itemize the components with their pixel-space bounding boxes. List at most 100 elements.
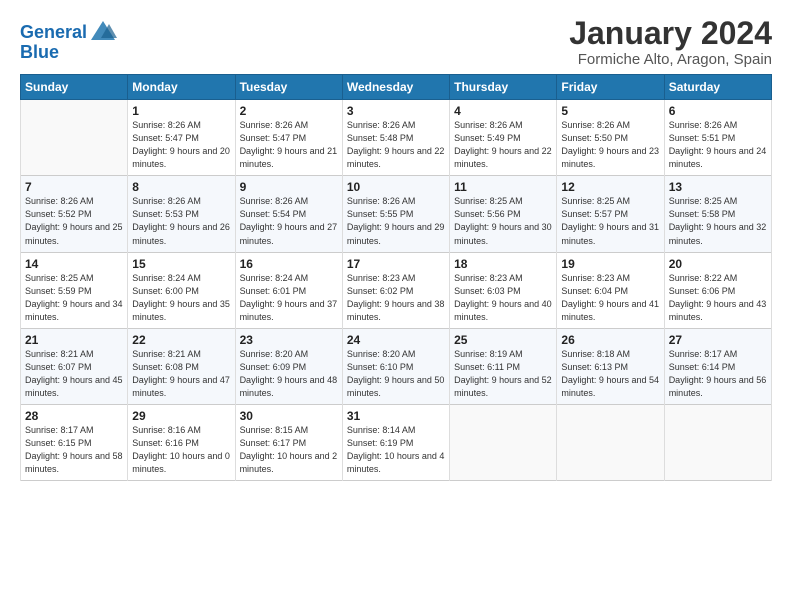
location-title: Formiche Alto, Aragon, Spain xyxy=(569,51,772,68)
day-detail: Sunrise: 8:20 AMSunset: 6:09 PMDaylight:… xyxy=(240,348,338,400)
day-number: 13 xyxy=(669,180,767,194)
day-number: 7 xyxy=(25,180,123,194)
day-detail: Sunrise: 8:24 AMSunset: 6:00 PMDaylight:… xyxy=(132,272,230,324)
day-number: 21 xyxy=(25,333,123,347)
day-number: 27 xyxy=(669,333,767,347)
day-detail: Sunrise: 8:26 AMSunset: 5:55 PMDaylight:… xyxy=(347,195,445,247)
month-title: January 2024 xyxy=(569,16,772,51)
day-detail: Sunrise: 8:25 AMSunset: 5:58 PMDaylight:… xyxy=(669,195,767,247)
day-detail: Sunrise: 8:16 AMSunset: 6:16 PMDaylight:… xyxy=(132,424,230,476)
day-number: 11 xyxy=(454,180,552,194)
day-number: 19 xyxy=(561,257,659,271)
day-cell xyxy=(557,404,664,480)
logo: General Blue xyxy=(20,20,117,63)
day-number: 16 xyxy=(240,257,338,271)
day-number: 22 xyxy=(132,333,230,347)
logo-icon xyxy=(89,18,117,46)
week-row-1: 1Sunrise: 8:26 AMSunset: 5:47 PMDaylight… xyxy=(21,100,772,176)
day-cell: 15Sunrise: 8:24 AMSunset: 6:00 PMDayligh… xyxy=(128,252,235,328)
title-block: January 2024 Formiche Alto, Aragon, Spai… xyxy=(569,16,772,68)
header-row: SundayMondayTuesdayWednesdayThursdayFrid… xyxy=(21,75,772,100)
day-cell: 1Sunrise: 8:26 AMSunset: 5:47 PMDaylight… xyxy=(128,100,235,176)
day-cell xyxy=(21,100,128,176)
day-number: 2 xyxy=(240,104,338,118)
day-number: 23 xyxy=(240,333,338,347)
header: General Blue January 2024 Formiche Alto,… xyxy=(20,16,772,68)
day-number: 3 xyxy=(347,104,445,118)
day-cell: 21Sunrise: 8:21 AMSunset: 6:07 PMDayligh… xyxy=(21,328,128,404)
day-cell: 8Sunrise: 8:26 AMSunset: 5:53 PMDaylight… xyxy=(128,176,235,252)
day-detail: Sunrise: 8:14 AMSunset: 6:19 PMDaylight:… xyxy=(347,424,445,476)
day-cell: 23Sunrise: 8:20 AMSunset: 6:09 PMDayligh… xyxy=(235,328,342,404)
day-detail: Sunrise: 8:21 AMSunset: 6:08 PMDaylight:… xyxy=(132,348,230,400)
day-detail: Sunrise: 8:26 AMSunset: 5:51 PMDaylight:… xyxy=(669,119,767,171)
day-detail: Sunrise: 8:17 AMSunset: 6:14 PMDaylight:… xyxy=(669,348,767,400)
day-cell: 5Sunrise: 8:26 AMSunset: 5:50 PMDaylight… xyxy=(557,100,664,176)
day-detail: Sunrise: 8:26 AMSunset: 5:47 PMDaylight:… xyxy=(240,119,338,171)
day-cell: 20Sunrise: 8:22 AMSunset: 6:06 PMDayligh… xyxy=(664,252,771,328)
day-number: 26 xyxy=(561,333,659,347)
day-detail: Sunrise: 8:25 AMSunset: 5:59 PMDaylight:… xyxy=(25,272,123,324)
day-number: 24 xyxy=(347,333,445,347)
day-cell: 31Sunrise: 8:14 AMSunset: 6:19 PMDayligh… xyxy=(342,404,449,480)
day-detail: Sunrise: 8:24 AMSunset: 6:01 PMDaylight:… xyxy=(240,272,338,324)
day-cell: 11Sunrise: 8:25 AMSunset: 5:56 PMDayligh… xyxy=(450,176,557,252)
day-detail: Sunrise: 8:26 AMSunset: 5:52 PMDaylight:… xyxy=(25,195,123,247)
day-cell: 30Sunrise: 8:15 AMSunset: 6:17 PMDayligh… xyxy=(235,404,342,480)
week-row-2: 7Sunrise: 8:26 AMSunset: 5:52 PMDaylight… xyxy=(21,176,772,252)
day-cell: 13Sunrise: 8:25 AMSunset: 5:58 PMDayligh… xyxy=(664,176,771,252)
col-header-monday: Monday xyxy=(128,75,235,100)
col-header-tuesday: Tuesday xyxy=(235,75,342,100)
page: General Blue January 2024 Formiche Alto,… xyxy=(0,0,792,612)
day-cell: 10Sunrise: 8:26 AMSunset: 5:55 PMDayligh… xyxy=(342,176,449,252)
calendar-table: SundayMondayTuesdayWednesdayThursdayFrid… xyxy=(20,74,772,481)
day-number: 4 xyxy=(454,104,552,118)
day-detail: Sunrise: 8:17 AMSunset: 6:15 PMDaylight:… xyxy=(25,424,123,476)
day-number: 10 xyxy=(347,180,445,194)
day-cell: 14Sunrise: 8:25 AMSunset: 5:59 PMDayligh… xyxy=(21,252,128,328)
day-number: 31 xyxy=(347,409,445,423)
day-number: 20 xyxy=(669,257,767,271)
day-detail: Sunrise: 8:22 AMSunset: 6:06 PMDaylight:… xyxy=(669,272,767,324)
day-cell: 27Sunrise: 8:17 AMSunset: 6:14 PMDayligh… xyxy=(664,328,771,404)
col-header-friday: Friday xyxy=(557,75,664,100)
day-cell xyxy=(664,404,771,480)
day-number: 12 xyxy=(561,180,659,194)
col-header-wednesday: Wednesday xyxy=(342,75,449,100)
day-detail: Sunrise: 8:21 AMSunset: 6:07 PMDaylight:… xyxy=(25,348,123,400)
day-number: 29 xyxy=(132,409,230,423)
day-detail: Sunrise: 8:23 AMSunset: 6:02 PMDaylight:… xyxy=(347,272,445,324)
day-number: 6 xyxy=(669,104,767,118)
day-detail: Sunrise: 8:19 AMSunset: 6:11 PMDaylight:… xyxy=(454,348,552,400)
logo-text: General xyxy=(20,23,87,43)
day-cell: 3Sunrise: 8:26 AMSunset: 5:48 PMDaylight… xyxy=(342,100,449,176)
day-number: 8 xyxy=(132,180,230,194)
day-cell: 9Sunrise: 8:26 AMSunset: 5:54 PMDaylight… xyxy=(235,176,342,252)
day-cell: 22Sunrise: 8:21 AMSunset: 6:08 PMDayligh… xyxy=(128,328,235,404)
day-detail: Sunrise: 8:20 AMSunset: 6:10 PMDaylight:… xyxy=(347,348,445,400)
day-cell: 29Sunrise: 8:16 AMSunset: 6:16 PMDayligh… xyxy=(128,404,235,480)
col-header-saturday: Saturday xyxy=(664,75,771,100)
day-detail: Sunrise: 8:18 AMSunset: 6:13 PMDaylight:… xyxy=(561,348,659,400)
day-detail: Sunrise: 8:25 AMSunset: 5:56 PMDaylight:… xyxy=(454,195,552,247)
day-detail: Sunrise: 8:23 AMSunset: 6:04 PMDaylight:… xyxy=(561,272,659,324)
day-number: 14 xyxy=(25,257,123,271)
day-cell: 6Sunrise: 8:26 AMSunset: 5:51 PMDaylight… xyxy=(664,100,771,176)
day-detail: Sunrise: 8:26 AMSunset: 5:54 PMDaylight:… xyxy=(240,195,338,247)
week-row-5: 28Sunrise: 8:17 AMSunset: 6:15 PMDayligh… xyxy=(21,404,772,480)
day-number: 25 xyxy=(454,333,552,347)
week-row-3: 14Sunrise: 8:25 AMSunset: 5:59 PMDayligh… xyxy=(21,252,772,328)
day-cell: 12Sunrise: 8:25 AMSunset: 5:57 PMDayligh… xyxy=(557,176,664,252)
day-detail: Sunrise: 8:26 AMSunset: 5:47 PMDaylight:… xyxy=(132,119,230,171)
day-cell: 18Sunrise: 8:23 AMSunset: 6:03 PMDayligh… xyxy=(450,252,557,328)
day-cell: 19Sunrise: 8:23 AMSunset: 6:04 PMDayligh… xyxy=(557,252,664,328)
day-detail: Sunrise: 8:26 AMSunset: 5:49 PMDaylight:… xyxy=(454,119,552,171)
day-cell: 4Sunrise: 8:26 AMSunset: 5:49 PMDaylight… xyxy=(450,100,557,176)
day-cell: 26Sunrise: 8:18 AMSunset: 6:13 PMDayligh… xyxy=(557,328,664,404)
day-detail: Sunrise: 8:23 AMSunset: 6:03 PMDaylight:… xyxy=(454,272,552,324)
day-cell: 17Sunrise: 8:23 AMSunset: 6:02 PMDayligh… xyxy=(342,252,449,328)
day-cell: 7Sunrise: 8:26 AMSunset: 5:52 PMDaylight… xyxy=(21,176,128,252)
day-number: 17 xyxy=(347,257,445,271)
day-cell: 24Sunrise: 8:20 AMSunset: 6:10 PMDayligh… xyxy=(342,328,449,404)
day-cell: 2Sunrise: 8:26 AMSunset: 5:47 PMDaylight… xyxy=(235,100,342,176)
